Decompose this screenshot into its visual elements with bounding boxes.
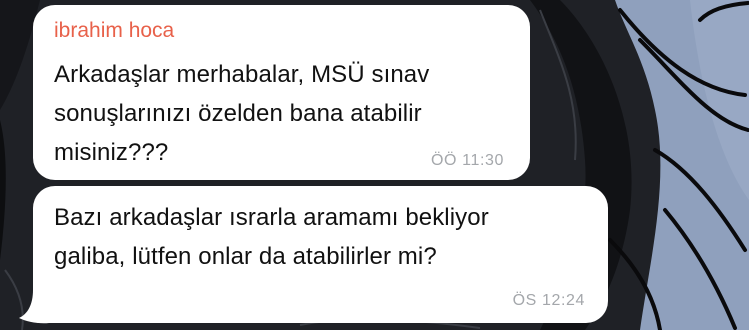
chat-view: ibrahim hoca Arkadaşlar merhabalar, MSÜ … bbox=[0, 0, 749, 330]
message-timestamp: ÖÖ 11:30 bbox=[431, 152, 504, 169]
message-text: galiba, lütfen onlar da atabilirler mi? bbox=[54, 243, 437, 270]
message-bubble[interactable]: ibrahim hoca Arkadaşlar merhabalar, MSÜ … bbox=[33, 5, 530, 180]
message-text: Bazı arkadaşlar ısrarla aramamı bekliyor bbox=[54, 204, 489, 231]
message-bubble[interactable]: Bazı arkadaşlar ısrarla aramamı bekliyor… bbox=[33, 186, 608, 323]
message-timestamp: ÖS 12:24 bbox=[512, 292, 585, 309]
sender-name[interactable]: ibrahim hoca bbox=[54, 19, 174, 43]
message-text: misiniz??? bbox=[54, 139, 169, 166]
message-text: Arkadaşlar merhabalar, MSÜ sınav bbox=[54, 61, 430, 88]
message-text: sonuşlarınızı özelden bana atabilir bbox=[54, 100, 422, 127]
